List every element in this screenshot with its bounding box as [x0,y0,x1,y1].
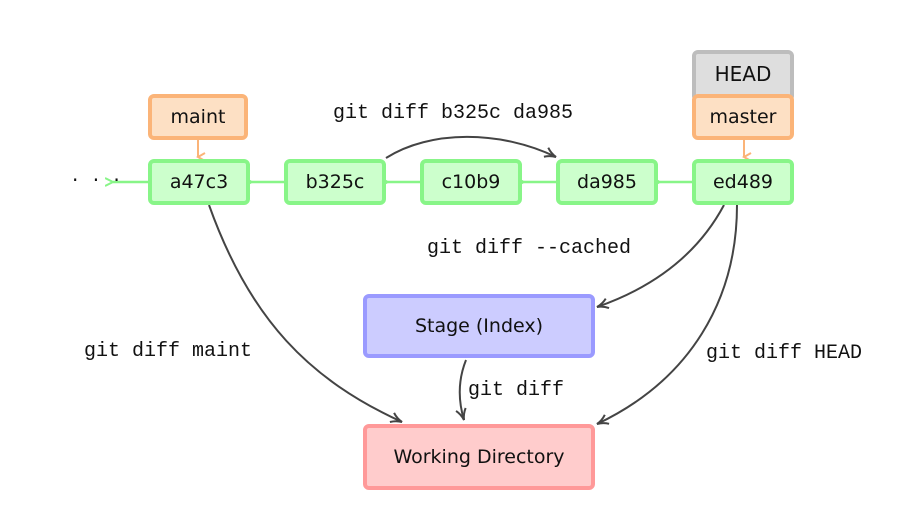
arrow-diff-commits [385,135,557,159]
branch-maint[interactable]: maint [148,94,248,140]
commit-node[interactable]: b325c [284,159,386,205]
stage-index-box[interactable]: Stage (Index) [363,294,595,358]
commit-node[interactable]: c10b9 [420,159,522,205]
branch-master[interactable]: master [692,94,794,140]
commit-node[interactable]: a47c3 [148,159,250,205]
arrow-diff-plain [455,359,467,421]
commit-node[interactable]: da985 [556,159,658,205]
history-ellipsis: · · · [72,168,124,192]
label-diff-commits: git diff b325c da985 [333,102,574,125]
label-diff-cached: git diff --cached [427,237,632,260]
working-directory-box[interactable]: Working Directory [363,424,595,490]
label-diff-maint: git diff maint [84,340,253,363]
label-diff-plain: git diff [468,379,565,402]
commit-node[interactable]: ed489 [692,159,794,205]
label-diff-head: git diff HEAD [706,342,863,365]
